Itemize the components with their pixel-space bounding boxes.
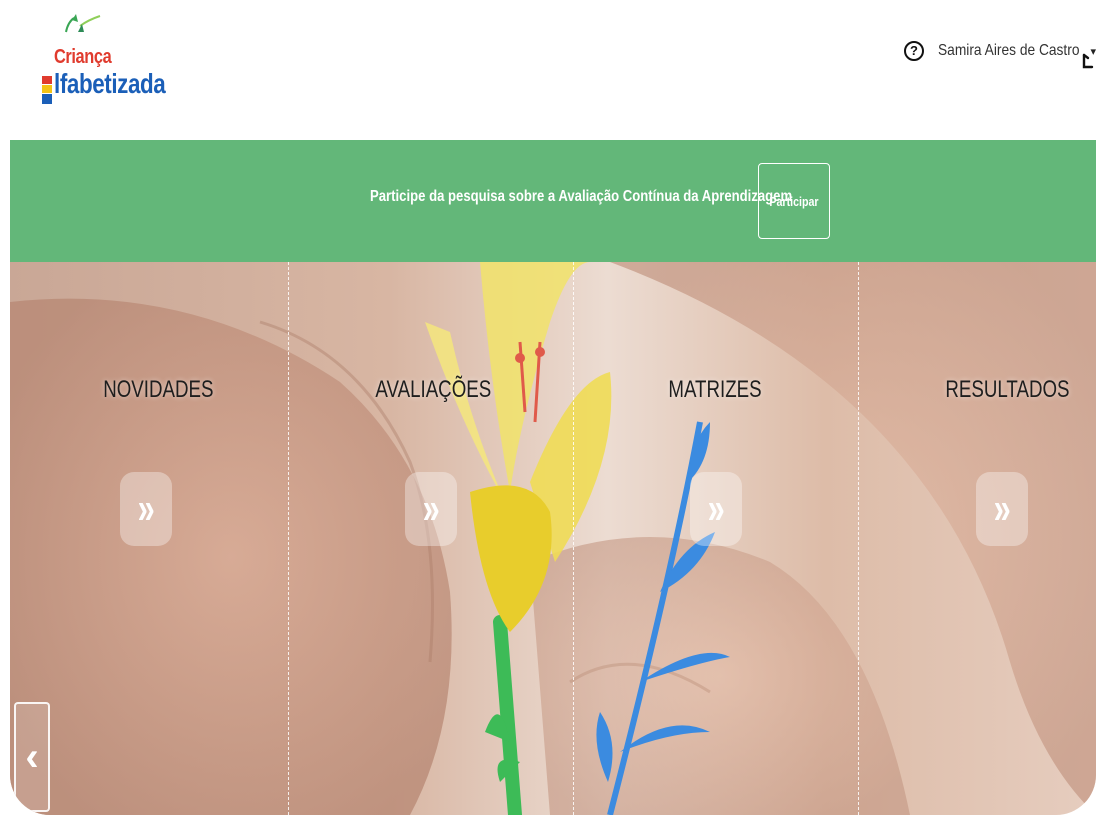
logo-line2: lfabetizada (54, 68, 166, 99)
section-title-resultados[interactable]: RESULTADOS (945, 376, 1069, 404)
help-circle-icon[interactable]: ? (904, 41, 924, 61)
section-title-matrizes[interactable]: MATRIZES (668, 376, 762, 404)
survey-banner: Participe da pesquisa sobre a Avaliação … (10, 140, 1096, 262)
user-menu[interactable]: Samira Aires de Castro ▾ (938, 38, 1096, 64)
participar-button[interactable]: Participar (758, 163, 830, 239)
section-divider (858, 262, 859, 815)
hero-background-image (10, 262, 1096, 815)
banner-text: Participe da pesquisa sobre a Avaliação … (370, 188, 793, 205)
header: Criança lfabetizada ? Samira Aires de Ca… (10, 0, 1096, 140)
matrizes-open-button[interactable]: » (690, 472, 742, 546)
logo[interactable]: Criança lfabetizada (30, 12, 166, 112)
section-title-novidades[interactable]: NOVIDADES (103, 376, 213, 404)
double-chevron-right-icon: » (422, 484, 440, 533)
section-divider (288, 262, 289, 815)
double-chevron-right-icon: » (137, 484, 155, 533)
hero-carousel: NOVIDADES » AVALIAÇÕES » MATRIZES » RESU… (10, 262, 1096, 815)
novidades-open-button[interactable]: » (120, 472, 172, 546)
section-divider (573, 262, 574, 815)
logo-line1: Criança (54, 46, 112, 68)
avaliacoes-open-button[interactable]: » (405, 472, 457, 546)
carousel-prev-button[interactable]: ‹ (14, 702, 50, 812)
logout-icon[interactable] (1080, 52, 1094, 70)
resultados-open-button[interactable]: » (976, 472, 1028, 546)
app-frame: Criança lfabetizada ? Samira Aires de Ca… (10, 0, 1096, 815)
sprout-icon (65, 14, 101, 33)
section-title-avaliacoes[interactable]: AVALIAÇÕES (375, 376, 491, 404)
double-chevron-right-icon: » (993, 484, 1011, 533)
chevron-left-icon: ‹ (25, 734, 39, 779)
logo-a-mark (42, 76, 52, 104)
participar-label: Participar (769, 193, 819, 209)
double-chevron-right-icon: » (707, 484, 725, 533)
user-name: Samira Aires de Castro (938, 42, 1080, 59)
